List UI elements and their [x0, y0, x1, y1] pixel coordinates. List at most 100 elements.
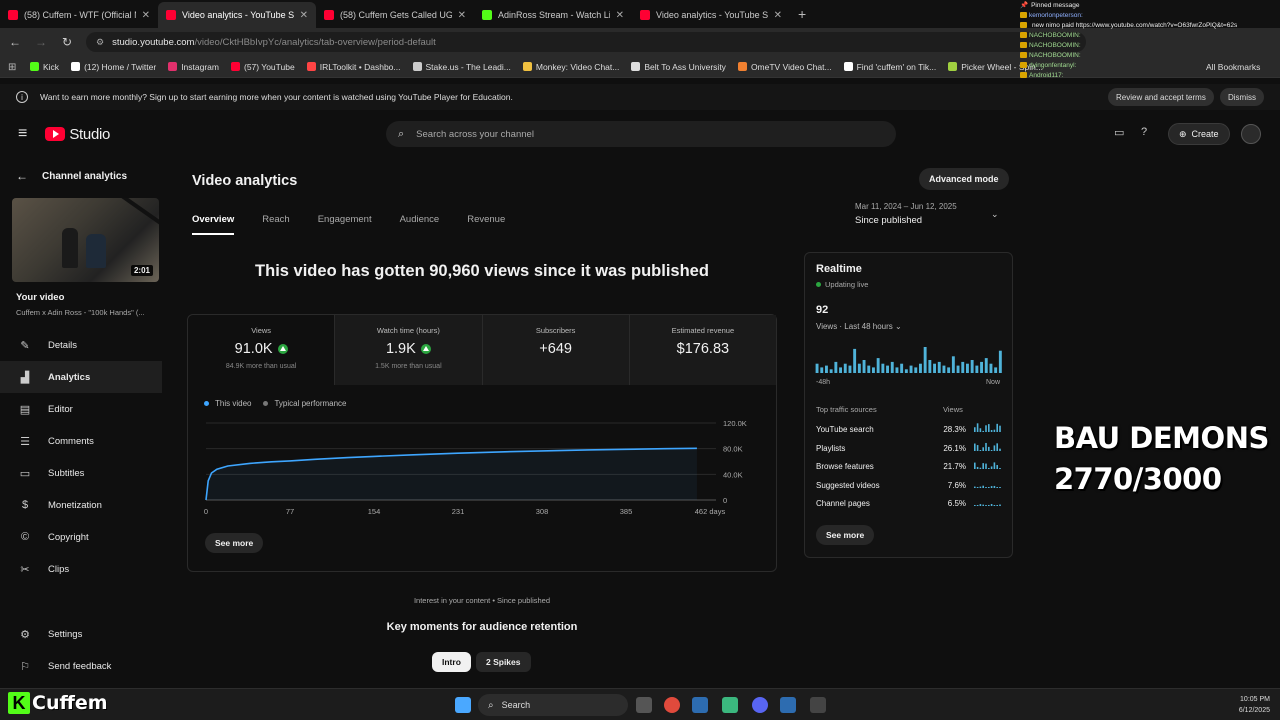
realtime-bar-chart[interactable]: [815, 343, 1005, 375]
realtime-bar: [848, 365, 852, 373]
sparkline-bar: [993, 505, 996, 506]
channel-search-input[interactable]: ⌕ Search across your channel: [386, 121, 896, 147]
monetization-icon: $: [21, 499, 29, 511]
legend-item-typical[interactable]: Typical performance: [263, 399, 347, 408]
tab-audience[interactable]: Audience: [400, 214, 440, 235]
close-icon[interactable]: ✕: [616, 10, 624, 21]
sidebar-item-editor[interactable]: ▤ Editor: [0, 393, 170, 425]
studio-logo[interactable]: Studio: [45, 126, 110, 143]
system-clock[interactable]: 10:05 PM 6/12/2025: [1226, 694, 1270, 716]
tab-engagement[interactable]: Engagement: [318, 214, 372, 235]
bookmark-item[interactable]: Instagram: [168, 62, 219, 72]
editor-icon: ▤: [19, 403, 31, 416]
views-line-chart[interactable]: 0 40.0K 80.0K 120.0K 0 77 154 231 308 385 462 days: [188, 413, 776, 523]
sidebar-item-clips[interactable]: ✂ Clips: [0, 553, 170, 585]
app-icon[interactable]: [722, 697, 738, 713]
realtime-views-dropdown[interactable]: Views · Last 48 hours ⌄: [816, 322, 902, 331]
video-title: Cuffem x Adin Ross - "100k Hands" (...: [16, 308, 145, 317]
taskbar-search[interactable]: ⌕ Search: [478, 694, 628, 716]
channel-analytics-back[interactable]: ← Channel analytics: [0, 160, 170, 192]
traffic-source-row[interactable]: Channel pages 6.5%: [816, 499, 1006, 517]
sparkline-bar: [990, 503, 993, 506]
sidebar-item-details[interactable]: ✎ Details: [0, 329, 170, 361]
sparkline-bar: [976, 444, 979, 451]
task-view-icon[interactable]: [636, 697, 652, 713]
browser-tab-title: (58) Cuffem Gets Called UGLY (: [340, 10, 452, 20]
sidebar-item-label: Comments: [48, 435, 94, 447]
y-tick-label: 40.0K: [723, 470, 743, 479]
menu-icon[interactable]: ≡: [18, 125, 27, 143]
chip-spikes[interactable]: 2 Spikes: [476, 652, 531, 672]
bookmark-item[interactable]: OmeTV Video Chat...: [737, 62, 832, 72]
tab-overview[interactable]: Overview: [192, 214, 235, 235]
legend-item-this-video[interactable]: This video: [204, 399, 251, 408]
sidebar-item-settings[interactable]: ⚙ Settings: [0, 618, 82, 650]
sidebar-item-label: Copyright: [48, 531, 89, 543]
tab-reach[interactable]: Reach: [262, 214, 289, 235]
tab-revenue[interactable]: Revenue: [467, 214, 505, 235]
metric-card[interactable]: Estimated revenue $176.83: [629, 315, 776, 385]
close-icon[interactable]: ✕: [774, 10, 782, 21]
metric-card[interactable]: Subscribers +649: [482, 315, 630, 385]
vr-icon[interactable]: [810, 697, 826, 713]
sidebar-item-feedback[interactable]: ⚐ Send feedback: [0, 650, 111, 682]
realtime-bar: [961, 361, 965, 373]
sidebar-item-monetization[interactable]: $ Monetization: [0, 489, 170, 521]
sidebar-item-analytics[interactable]: ▟ Analytics: [0, 361, 162, 393]
realtime-bar: [825, 365, 828, 373]
apps-grid-icon[interactable]: ⊞: [8, 62, 18, 73]
video-thumbnail[interactable]: 2:01: [12, 198, 159, 282]
bookmark-item[interactable]: IRLToolkit • Dashbo...: [306, 62, 401, 72]
see-more-button[interactable]: See more: [205, 533, 264, 553]
reload-icon[interactable]: ↻: [56, 35, 78, 49]
browser-tab[interactable]: (58) Cuffem Gets Called UGLY ( ✕: [316, 2, 474, 28]
close-icon[interactable]: ✕: [458, 10, 466, 21]
bookmark-item[interactable]: Stake.us - The Leadi...: [412, 62, 511, 72]
back-arrow-icon[interactable]: ←: [4, 35, 26, 49]
new-tab-icon[interactable]: +: [790, 6, 814, 28]
sidebar-item-copyright[interactable]: © Copyright: [0, 521, 170, 553]
browser-tab[interactable]: Video analytics - YouTube Stud ✕: [632, 2, 790, 28]
metric-card[interactable]: Views 91.0K 84.9K more than usual: [188, 315, 336, 385]
chat-message: new nimo paid https://www.youtube.com/wa…: [1020, 20, 1252, 30]
date-range[interactable]: Mar 11, 2024 – Jun 12, 2025: [855, 202, 957, 211]
metric-value-row: $176.83: [630, 341, 776, 357]
x-tick-label: 231: [452, 507, 465, 516]
sparkline-bar: [979, 467, 982, 469]
metric-subtext: 84.9K more than usual: [225, 363, 297, 370]
metric-card[interactable]: Watch time (hours) 1.9K 1.5K more than usu…: [335, 315, 483, 385]
browser-tab[interactable]: AdinRoss Stream - Watch Live ✕: [474, 2, 632, 28]
bookmark-item[interactable]: Find 'cuffem' on Tik...: [843, 62, 936, 72]
site-info-icon[interactable]: ⚙: [96, 37, 104, 48]
bookmark-item[interactable]: Belt To Ass University: [631, 62, 726, 72]
bookmark-item[interactable]: Monkey: Video Chat...: [522, 62, 619, 72]
realtime-bar: [895, 367, 899, 373]
realtime-see-more-button[interactable]: See more: [816, 525, 875, 545]
close-icon[interactable]: ✕: [300, 10, 308, 21]
bookmark-item[interactable]: (12) Home / Twitter: [71, 62, 156, 72]
steam-icon[interactable]: [692, 697, 708, 713]
url-field[interactable]: ⚙ studio.youtube.com/video/CktHBbIvpYc/a…: [86, 32, 1086, 52]
chrome-icon[interactable]: [664, 697, 680, 713]
details-icon: ✎: [20, 339, 30, 352]
windows-start-icon[interactable]: [455, 697, 471, 713]
legend-dot: [204, 401, 209, 406]
date-period-label[interactable]: Since published: [855, 215, 922, 226]
forward-arrow-icon[interactable]: →: [30, 35, 52, 49]
search-icon: ⌕: [488, 699, 494, 711]
chevron-down-icon[interactable]: ⌄: [991, 209, 999, 220]
bookmark-item[interactable]: Kick: [30, 62, 59, 72]
traffic-source-percent: 21.7%: [943, 462, 966, 471]
chip-intro[interactable]: Intro: [432, 652, 471, 672]
browser-tab[interactable]: Video analytics - YouTube Studi ✕: [158, 2, 316, 28]
bookmark-favicon-icon: [412, 62, 422, 71]
bookmark-item[interactable]: (57) YouTube: [230, 62, 295, 72]
close-icon[interactable]: ✕: [142, 10, 150, 21]
browser-tab[interactable]: (58) Cuffem - WTF (Official Mu ✕: [0, 2, 158, 28]
sidebar-item-comments[interactable]: ☰ Comments: [0, 425, 170, 457]
advanced-mode-button[interactable]: Advanced mode: [919, 168, 1009, 190]
sidebar-item-subtitles[interactable]: ▭ Subtitles: [0, 457, 170, 489]
discord-icon[interactable]: [752, 697, 768, 713]
steam-icon[interactable]: [780, 697, 796, 713]
bookmark-label: Instagram: [181, 61, 219, 72]
